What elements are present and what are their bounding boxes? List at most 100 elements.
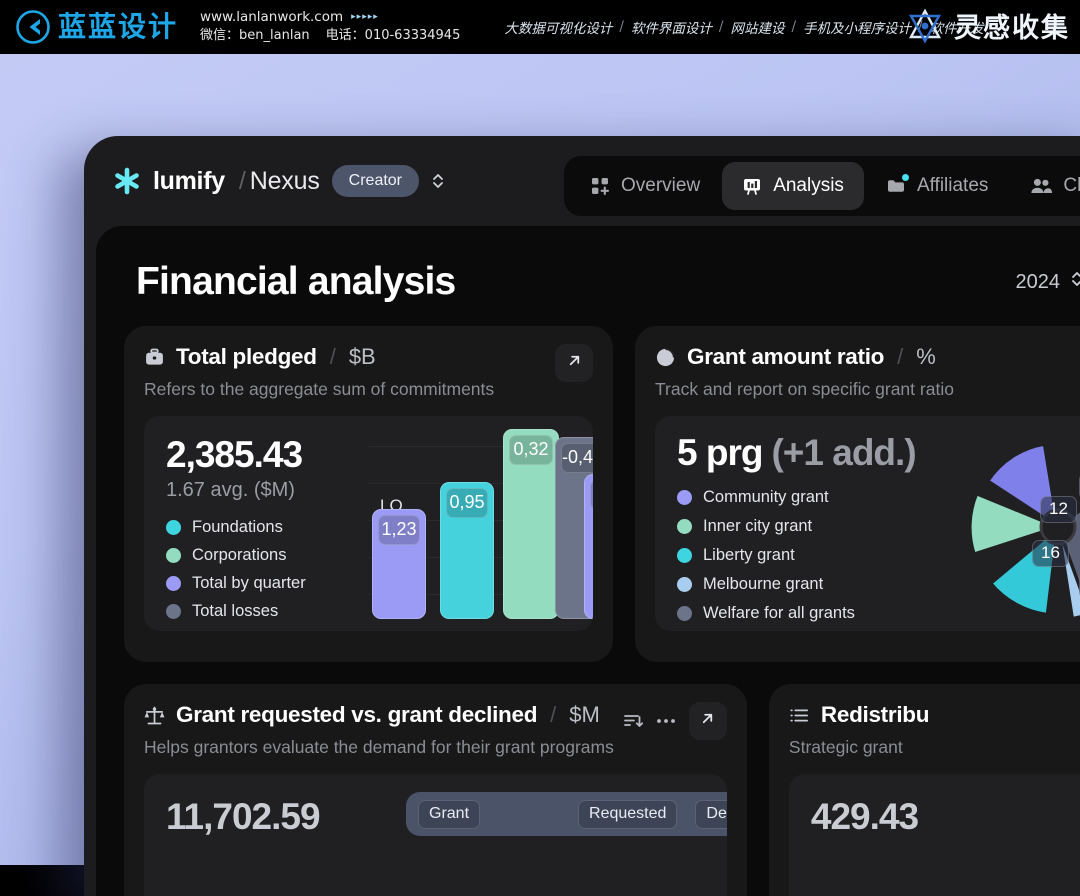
tab-affiliates[interactable]: Affiliates	[866, 162, 1008, 210]
pie-value-chip: 12	[1040, 496, 1077, 523]
tab-overview[interactable]: Overview	[570, 162, 720, 210]
legend-item: Foundations	[166, 518, 376, 537]
bar-foundations[interactable]: 0,95	[440, 482, 494, 619]
grant-ratio-body: 5 prg (+1 add.) Community grant Inner ci…	[655, 416, 1080, 631]
scales-icon	[144, 705, 165, 726]
users-icon	[1030, 176, 1052, 196]
metric-subvalue: 1.67 avg. ($M)	[166, 479, 376, 502]
legend-color-dot	[166, 604, 181, 619]
inspiration-collection-label: 灵感收集	[954, 6, 1070, 45]
bar-chart-total-pledged: LQ 1,23 0,95 0,32 -0,41	[359, 416, 593, 631]
bar-corporations[interactable]: 0,32	[503, 429, 559, 619]
role-pill[interactable]: Creator	[332, 165, 419, 197]
card-subtitle: Track and report on specific grant ratio	[655, 379, 954, 400]
card-title: Grant requested vs. grant declined	[176, 702, 537, 728]
legend-grant-ratio: Community grant Inner city grant Liberty…	[677, 488, 937, 623]
legend-item: Welfare for all grants	[677, 604, 937, 623]
legend-color-dot	[677, 519, 692, 534]
bar-value-chip: 2,38	[590, 480, 593, 510]
app-top-nav: lumify / Nexus Creator Overv	[84, 136, 1080, 226]
legend-item: Inner city grant	[677, 517, 937, 536]
metric-value: 11,702.59	[166, 796, 320, 837]
legend-color-dot	[677, 577, 692, 592]
legend-item: Community grant	[677, 488, 937, 507]
presentation-chart-icon	[742, 176, 762, 196]
card-title: Grant amount ratio	[687, 344, 884, 370]
promo-nav-item[interactable]: 手机及小程序设计	[803, 17, 911, 37]
promo-nav-item[interactable]: 网站建设	[730, 17, 784, 37]
pie-chart-grant-ratio: 9 12 16 19	[933, 416, 1080, 631]
tab-label: Analysis	[773, 175, 844, 197]
metric-note: (+1 add.)	[771, 432, 915, 474]
card-subtitle: Strategic grant	[789, 737, 929, 758]
bar-value-chip: -0,41	[561, 443, 593, 473]
brand[interactable]: lumify	[112, 166, 225, 196]
pie-value-chip: 16	[1032, 540, 1069, 567]
cards-row-top: Total pledged / $B Refers to the aggrega…	[96, 304, 1080, 662]
promo-nav-item[interactable]: 软件界面设计	[631, 17, 712, 37]
card-subtitle: Refers to the aggregate sum of commitmen…	[144, 379, 494, 400]
card-title: Total pledged	[176, 344, 317, 370]
legend-item: Corporations	[166, 546, 376, 565]
arrow-up-right-icon	[566, 352, 583, 374]
promo-wechat: 微信：ben_lanlan	[200, 27, 310, 46]
card-unit: $B	[349, 344, 376, 370]
brand-name: lumify	[153, 167, 225, 196]
promo-logo: 蓝蓝设计	[16, 10, 178, 44]
legend-item: Liberty grant	[677, 546, 937, 565]
arrow-dots-icon: ▸▸▸▸▸	[351, 11, 379, 24]
bar-value-chip: 1,23	[378, 515, 420, 545]
year-selector[interactable]: 2024	[1016, 270, 1080, 294]
sort-descending-icon[interactable]	[623, 711, 643, 731]
tab-label: Clients	[1063, 175, 1080, 197]
pie-chart-icon	[655, 347, 676, 368]
expand-button[interactable]	[689, 702, 727, 740]
legend-color-dot	[166, 520, 181, 535]
legend-item: Total losses	[166, 602, 376, 621]
inspiration-collection: 灵感收集	[906, 6, 1070, 45]
main-tabbar: Overview Analysis	[564, 156, 1080, 216]
ellipsis-icon[interactable]	[655, 711, 677, 731]
role-switcher-chevrons-icon[interactable]	[431, 172, 445, 190]
tab-label: Affiliates	[917, 175, 988, 197]
redistribution-body: 429.43	[789, 774, 1080, 896]
breadcrumb-workspace[interactable]: Nexus	[250, 167, 320, 196]
table-header-row: Grant Requested Declined Declined, %	[406, 792, 727, 836]
promo-contact: www.lanlanwork.com ▸▸▸▸▸ 微信：ben_lanlan 电…	[200, 8, 460, 46]
legend-color-dot	[677, 606, 692, 621]
year-value: 2024	[1016, 271, 1061, 294]
content-surface: Financial analysis 2024	[96, 226, 1080, 896]
expand-button[interactable]	[555, 344, 593, 382]
column-header-grant[interactable]: Grant	[418, 800, 480, 829]
tab-analysis[interactable]: Analysis	[722, 162, 864, 210]
star-burst-icon	[906, 7, 944, 45]
legend-color-dot	[677, 548, 692, 563]
column-header-declined[interactable]: Declined	[695, 800, 727, 829]
legend-item: Total by quarter	[166, 574, 376, 593]
list-icon	[789, 705, 810, 726]
cards-row-bottom: Grant requested vs. grant declined / $M …	[96, 662, 1080, 896]
lanlan-logo-icon	[16, 10, 50, 44]
promo-banner: 蓝蓝设计 www.lanlanwork.com ▸▸▸▸▸ 微信：ben_lan…	[0, 0, 1080, 54]
card-title: Redistribu	[821, 702, 929, 728]
breadcrumb-separator: /	[239, 167, 246, 196]
promo-phone: 电话：010-63334945	[326, 27, 461, 46]
column-header-requested[interactable]: Requested	[578, 800, 677, 829]
bar-q3[interactable]: 2,38	[584, 474, 593, 619]
tab-clients[interactable]: Clients	[1010, 162, 1080, 210]
bar-lq[interactable]: 1,23	[372, 509, 426, 619]
page-header: Financial analysis 2024	[96, 226, 1080, 304]
chevron-updown-icon	[1070, 270, 1080, 294]
page-title: Financial analysis	[136, 260, 455, 304]
legend-color-dot	[677, 490, 692, 505]
briefcase-icon	[144, 347, 165, 368]
metric-value: 5 prg	[677, 432, 762, 474]
total-pledged-body: 2,385.43 1.67 avg. ($M) Foundations Corp…	[144, 416, 593, 631]
promo-nav-item[interactable]: 大数据可视化设计	[504, 17, 612, 37]
metric-value: 2,385.43	[166, 434, 376, 476]
legend-color-dot	[166, 576, 181, 591]
promo-logo-text: 蓝蓝设计	[58, 13, 178, 41]
folder-icon	[886, 176, 906, 196]
bar-value-chip: 0,32	[509, 435, 553, 465]
promo-website: www.lanlanwork.com	[200, 8, 343, 28]
